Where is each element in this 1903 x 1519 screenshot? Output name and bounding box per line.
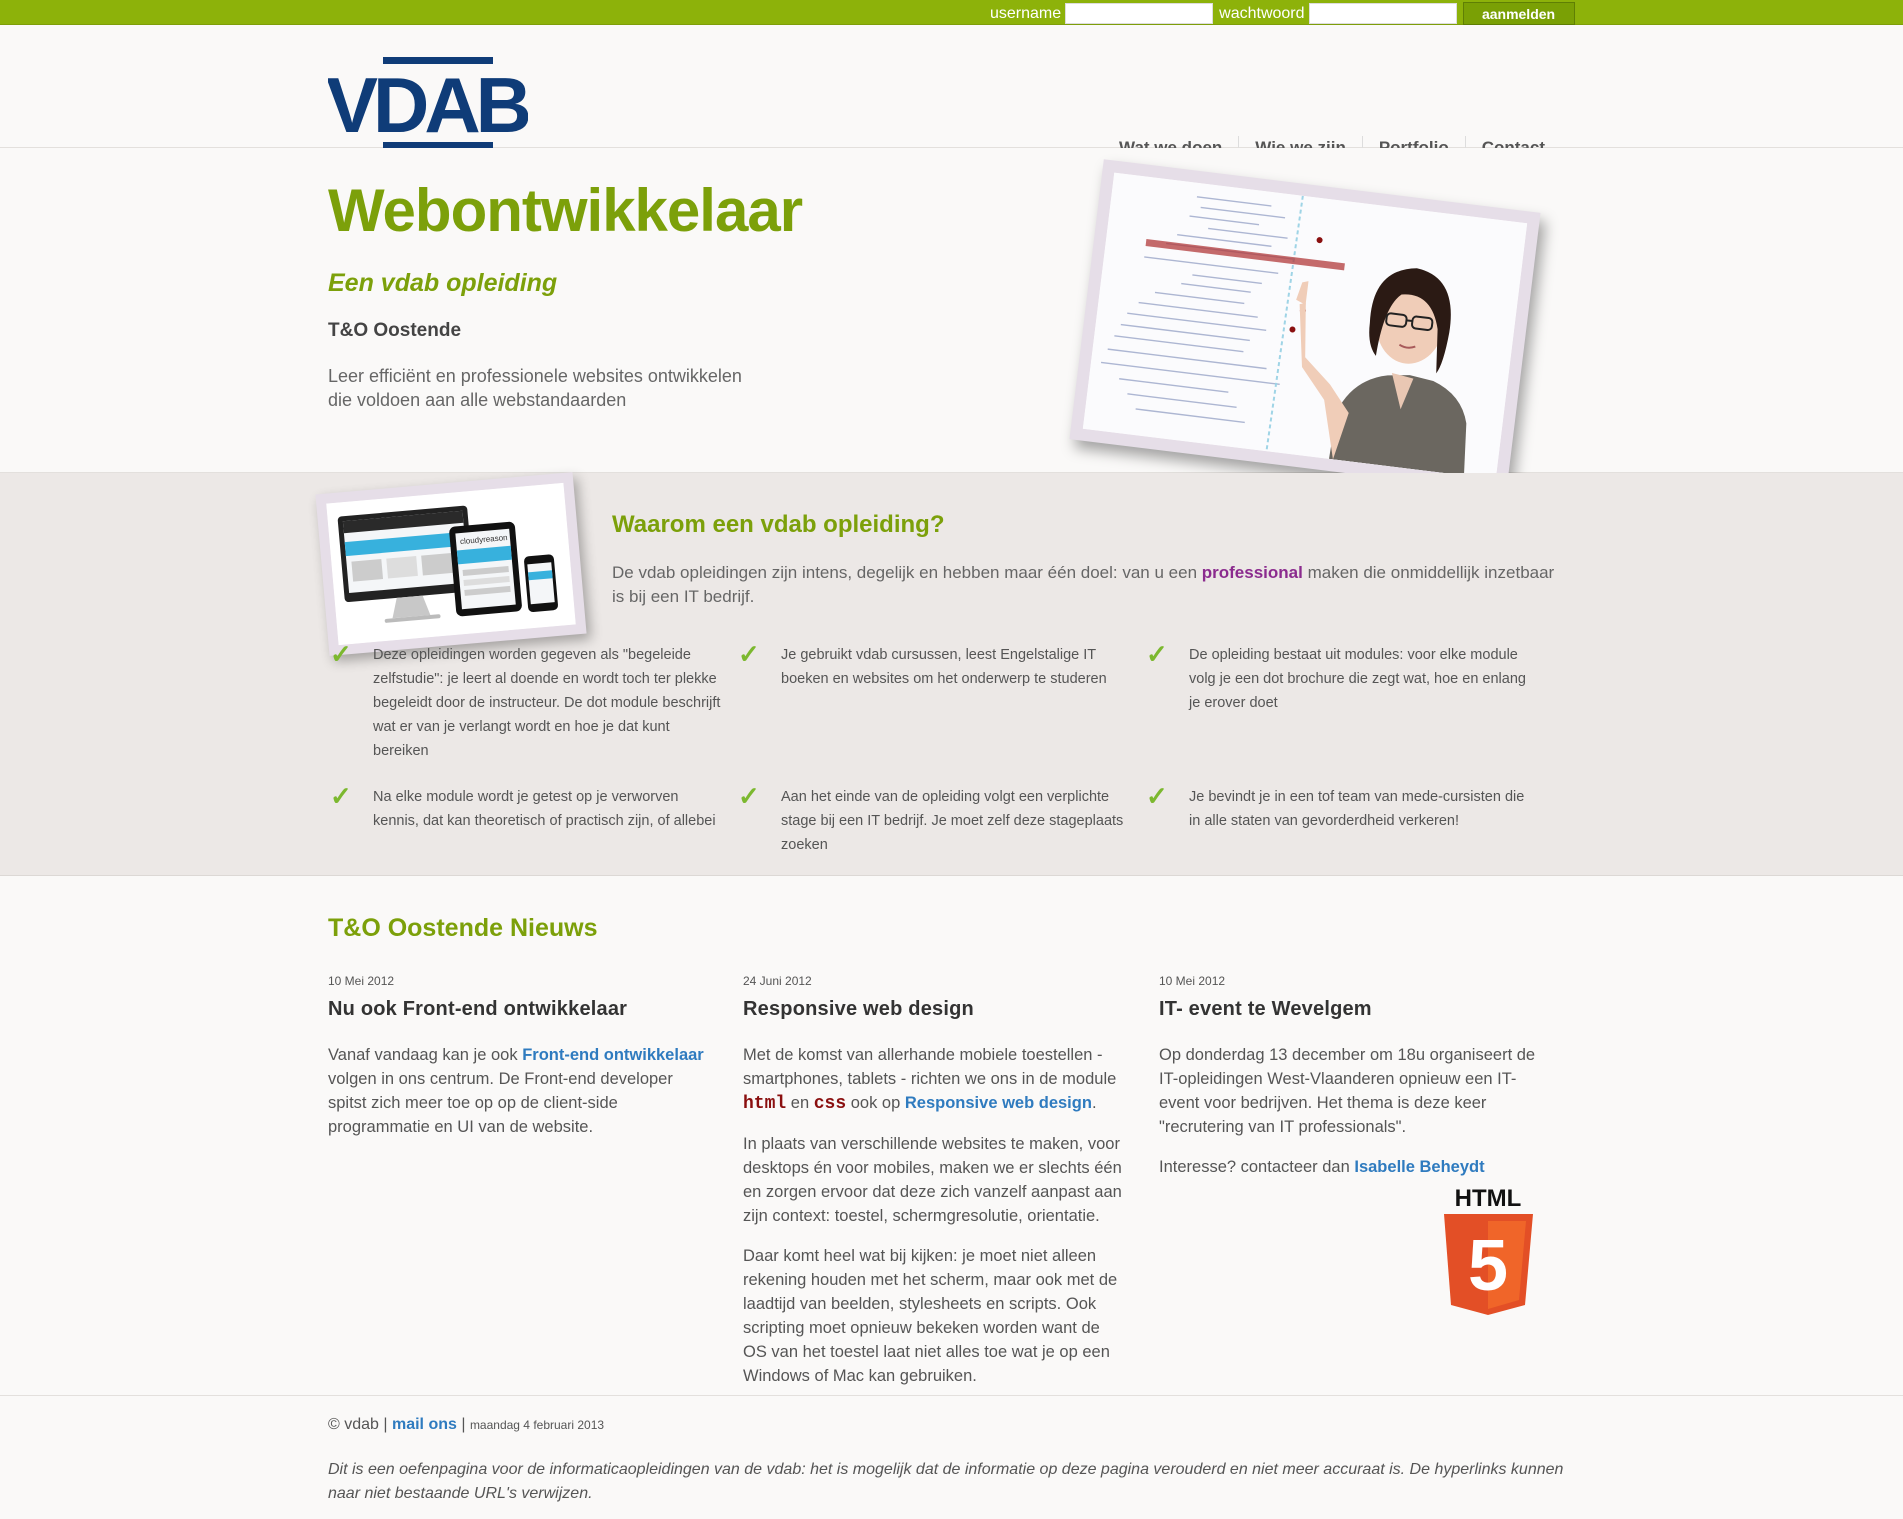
feature-item: ✓ Aan het einde van de opleiding volgt e… <box>738 781 1146 857</box>
feature-text: Je gebruikt vdab cursussen, leest Engels… <box>781 647 1107 687</box>
password-input[interactable] <box>1308 3 1457 24</box>
checkmark-icon: ✓ <box>738 639 760 669</box>
copyright-text: © vdab | <box>328 1416 392 1433</box>
intro-line-2: die voldoen aan alle webstandaarden <box>328 390 627 410</box>
logo-text: VDAB <box>328 61 528 149</box>
news-text: Met de komst van allerhande mobiele toes… <box>743 1046 1117 1088</box>
username-input[interactable] <box>1065 3 1214 24</box>
news-headline: IT- event te Wevelgem <box>1159 998 1372 1020</box>
news-title: T&O Oostende Nieuws <box>328 914 598 942</box>
news-body: Daar komt heel wat bij kijken: je moet n… <box>743 1247 1118 1385</box>
devices-photo-frame: cloudyreason <box>315 472 587 656</box>
news-date: 10 Mei 2012 <box>1159 974 1226 988</box>
news-text: volgen in ons centrum. De Front-end deve… <box>328 1070 673 1136</box>
site-header: VDAB Wat we doen Wie we zijn Portfolio C… <box>0 25 1903 160</box>
css-code: css <box>813 1094 847 1114</box>
separator: | <box>456 1416 470 1433</box>
news-body: Vanaf vandaag kan je ook Front-end ontwi… <box>328 1043 708 1139</box>
footer-date: maandag 4 februari 2013 <box>469 1418 605 1432</box>
news-section: T&O Oostende Nieuws 10 Mei 2012 Nu ook F… <box>0 876 1903 1396</box>
hero-location: T&O Oostende <box>328 320 462 341</box>
news-date: 10 Mei 2012 <box>328 974 395 988</box>
feature-item: ✓ De opleiding bestaat uit modules: voor… <box>1146 639 1554 763</box>
login-bar: username wachtwoord aanmelden <box>0 0 1903 25</box>
html-code: html <box>743 1094 787 1114</box>
disclaimer: Dit is een oefenpagina voor de informati… <box>328 1461 1564 1502</box>
news-date: 24 Juni 2012 <box>743 974 812 988</box>
news-body: Interesse? contacteer dan Isabelle Behey… <box>1159 1155 1539 1179</box>
frontend-link[interactable]: Front-end ontwikkelaar <box>522 1046 704 1064</box>
intro-line-1: Leer efficiënt en professionele websites… <box>328 366 742 386</box>
news-text: Vanaf vandaag kan je ook <box>328 1046 523 1064</box>
feature-item: ✓ Je gebruikt vdab cursussen, leest Enge… <box>738 639 1146 763</box>
hero-photo-frame <box>1069 159 1541 493</box>
checkmark-icon: ✓ <box>1146 781 1168 811</box>
news-body: In plaats van verschillende websites te … <box>743 1135 1122 1225</box>
why-title: Waarom een vdab opleiding? <box>612 511 945 538</box>
html5-label: HTML <box>1455 1185 1522 1212</box>
feature-list: ✓ Deze opleidingen worden gegeven als "b… <box>330 639 1560 857</box>
checkmark-icon: ✓ <box>738 781 760 811</box>
news-text: Interesse? contacteer dan <box>1159 1158 1355 1176</box>
feature-item: ✓ Deze opleidingen worden gegeven als "b… <box>330 639 738 763</box>
why-section: cloudyreason Waarom een vdab opleiding? … <box>0 472 1903 876</box>
checkmark-icon: ✓ <box>330 639 352 669</box>
news-body: Op donderdag 13 december om 18u organise… <box>1159 1046 1536 1136</box>
hero-subtitle: Een vdab opleiding <box>328 269 558 297</box>
password-label: wachtwoord <box>1219 4 1305 22</box>
footer-line: © vdab | mail ons | maandag 4 februari 2… <box>328 1416 604 1434</box>
html5-logo: HTML 5 <box>1441 1184 1536 1317</box>
checkmark-icon: ✓ <box>1146 639 1168 669</box>
developer-photo <box>1082 172 1528 480</box>
mail-link[interactable]: mail ons <box>392 1416 457 1433</box>
lead-text-before: De vdab opleidingen zijn intens, degelij… <box>612 563 1202 582</box>
feature-text: De opleiding bestaat uit modules: voor e… <box>1189 647 1526 711</box>
feature-text: Aan het einde van de opleiding volgt een… <box>781 789 1124 853</box>
news-item-frontend: 10 Mei 2012 Nu ook Front-end ontwikkelaa… <box>328 974 708 1139</box>
feature-text: Na elke module wordt je getest op je ver… <box>373 789 716 829</box>
page-title: Webontwikkelaar <box>328 177 803 244</box>
news-text: ook op <box>846 1094 905 1112</box>
vdab-logo[interactable]: VDAB <box>326 57 534 157</box>
site-footer: © vdab | mail ons | maandag 4 februari 2… <box>0 1396 1903 1516</box>
login-button[interactable]: aanmelden <box>1462 2 1575 25</box>
news-body: Met de komst van allerhande mobiele toes… <box>743 1043 1123 1116</box>
contact-person-link[interactable]: Isabelle Beheydt <box>1354 1158 1484 1176</box>
feature-text: Je bevindt je in een tof team van mede-c… <box>1189 789 1525 829</box>
hero-section: Webontwikkelaar Een vdab opleiding T&O O… <box>0 148 1903 493</box>
feature-item: ✓ Na elke module wordt je getest op je v… <box>330 781 738 857</box>
feature-text: Deze opleidingen worden gegeven als "beg… <box>373 647 721 759</box>
news-item-event: 10 Mei 2012 IT- event te Wevelgem Op don… <box>1159 974 1539 1179</box>
why-lead: De vdab opleidingen zijn intens, degelij… <box>612 561 1567 609</box>
news-item-responsive: 24 Juni 2012 Responsive web design Met d… <box>743 974 1123 1388</box>
news-headline: Nu ook Front-end ontwikkelaar <box>328 998 628 1020</box>
responsive-link[interactable]: Responsive web design <box>905 1094 1092 1112</box>
feature-item: ✓ Je bevindt je in een tof team van mede… <box>1146 781 1554 857</box>
hero-intro: Leer efficiënt en professionele websites… <box>328 364 778 412</box>
username-label: username <box>990 4 1062 22</box>
news-text: . <box>1091 1094 1097 1112</box>
lead-highlight: professional <box>1201 563 1303 582</box>
news-text: en <box>786 1094 814 1112</box>
news-headline: Responsive web design <box>743 998 974 1020</box>
devices-photo: cloudyreason <box>326 482 576 646</box>
checkmark-icon: ✓ <box>330 781 352 811</box>
html5-digit: 5 <box>1468 1226 1508 1306</box>
login-form: username wachtwoord aanmelden <box>990 2 1575 25</box>
